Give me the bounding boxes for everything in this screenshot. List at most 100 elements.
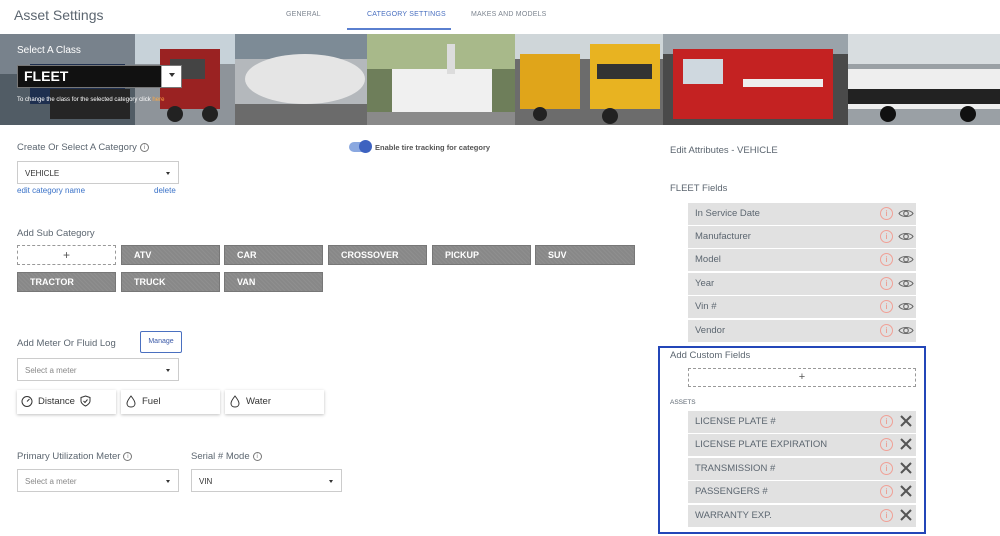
custom-field-label: WARRANTY EXP. — [695, 510, 772, 521]
category-label-text: Create Or Select A Category — [17, 142, 137, 153]
banner-image-tanker — [235, 34, 367, 125]
eye-icon[interactable] — [898, 300, 914, 313]
sub-category-chip[interactable]: TRACTOR — [17, 272, 116, 292]
sub-category-chip[interactable]: CAR — [224, 245, 323, 265]
eye-icon[interactable] — [898, 253, 914, 266]
chevron-down-icon — [329, 480, 333, 483]
sub-category-chip[interactable]: ATV — [121, 245, 220, 265]
sub-category-chip[interactable]: PICKUP — [432, 245, 531, 265]
tire-tracking-toggle[interactable] — [349, 140, 372, 153]
header-bar: Asset Settings GENERAL CATEGORY SETTINGS… — [0, 0, 1000, 32]
droplet-icon — [126, 395, 136, 408]
info-icon[interactable]: i — [252, 452, 262, 461]
custom-field-label: LICENSE PLATE EXPIRATION — [695, 439, 828, 450]
sub-category-chip[interactable]: CROSSOVER — [328, 245, 427, 265]
speedometer-icon — [21, 396, 33, 407]
select-class-label: Select A Class — [17, 45, 81, 56]
fleet-field-row: Year i — [688, 273, 916, 295]
fleet-field-label: Vendor — [695, 325, 726, 336]
droplet-icon — [230, 395, 240, 408]
serial-mode-label-text: Serial # Mode — [191, 451, 250, 462]
fleet-field-row: Vendor i — [688, 320, 916, 342]
custom-field-row: WARRANTY EXP. i — [688, 505, 916, 527]
primary-utilization-select[interactable]: Select a meter — [17, 469, 179, 492]
custom-field-row: TRANSMISSION # i — [688, 458, 916, 480]
info-icon[interactable]: i — [880, 207, 893, 220]
meter-select[interactable]: Select a meter — [17, 358, 179, 381]
close-icon[interactable] — [899, 484, 913, 498]
info-icon[interactable]: i — [880, 300, 893, 313]
eye-icon[interactable] — [898, 207, 914, 220]
fleet-field-row: Vin # i — [688, 296, 916, 318]
custom-field-row: LICENSE PLATE # i — [688, 411, 916, 433]
info-icon[interactable]: i — [880, 324, 893, 337]
category-dropdown[interactable]: VEHICLE — [17, 161, 179, 184]
primary-utilization-label: Primary Utilization Meter i — [17, 451, 133, 462]
custom-field-row: LICENSE PLATE EXPIRATION i — [688, 434, 916, 456]
info-icon[interactable]: i — [880, 462, 893, 475]
fleet-field-label: Year — [695, 278, 715, 289]
meter-card-fuel[interactable]: Fuel — [121, 390, 220, 414]
class-help-prefix: To change the class for the selected cat… — [17, 97, 153, 103]
class-value: FLEET — [24, 68, 69, 84]
banner-image-fire-truck — [663, 34, 848, 125]
close-icon[interactable] — [899, 437, 913, 451]
fleet-field-label: Manufacturer — [695, 231, 751, 242]
info-icon[interactable]: i — [880, 253, 893, 266]
close-icon[interactable] — [899, 508, 913, 522]
info-icon[interactable]: i — [880, 230, 893, 243]
shield-icon — [80, 395, 91, 407]
eye-icon[interactable] — [898, 277, 914, 290]
meter-card-label: Fuel — [142, 396, 161, 407]
tire-tracking-label: Enable tire tracking for category — [375, 143, 491, 152]
chevron-down-icon[interactable] — [161, 66, 181, 87]
info-icon[interactable]: i — [139, 143, 149, 152]
info-icon[interactable]: i — [880, 509, 893, 522]
custom-field-label: TRANSMISSION # — [695, 463, 776, 474]
meter-card-label: Water — [246, 396, 271, 407]
edit-attributes-title: Edit Attributes - VEHICLE — [670, 145, 778, 156]
tab-makes-and-models[interactable]: MAKES AND MODELS — [471, 11, 547, 18]
active-tab-indicator — [347, 28, 451, 30]
banner-image-utility-truck — [367, 34, 515, 125]
meter-label: Add Meter Or Fluid Log — [17, 338, 116, 349]
custom-field-label: LICENSE PLATE # — [695, 416, 776, 427]
manage-button[interactable]: Manage — [140, 331, 182, 353]
class-dropdown[interactable]: FLEET — [17, 65, 182, 88]
sub-category-chip[interactable]: VAN — [224, 272, 323, 292]
info-icon[interactable]: i — [880, 485, 893, 498]
info-icon[interactable]: i — [123, 452, 133, 461]
add-custom-field-button[interactable]: + — [688, 368, 916, 387]
fleet-field-label: In Service Date — [695, 208, 760, 219]
eye-icon[interactable] — [898, 230, 914, 243]
custom-field-label: PASSENGERS # — [695, 486, 768, 497]
meter-card-distance[interactable]: Distance — [17, 390, 116, 414]
info-icon[interactable]: i — [880, 415, 893, 428]
tab-general[interactable]: GENERAL — [286, 11, 321, 18]
serial-mode-value: VIN — [199, 477, 213, 486]
delete-category-link[interactable]: delete — [154, 186, 176, 195]
sub-category-chip[interactable]: TRUCK — [121, 272, 220, 292]
sub-category-chip[interactable]: SUV — [535, 245, 635, 265]
chevron-down-icon — [166, 480, 170, 483]
add-sub-category-button[interactable]: + — [17, 245, 116, 265]
fleet-field-label: Model — [695, 254, 721, 265]
banner-image-police-cars — [848, 34, 1000, 125]
fleet-field-row: Model i — [688, 249, 916, 271]
class-help-link[interactable]: here — [152, 97, 164, 103]
info-icon[interactable]: i — [880, 438, 893, 451]
edit-category-name-link[interactable]: edit category name — [17, 186, 85, 195]
close-icon[interactable] — [899, 414, 913, 428]
serial-mode-select[interactable]: VIN — [191, 469, 342, 492]
custom-field-row: PASSENGERS # i — [688, 481, 916, 503]
eye-icon[interactable] — [898, 324, 914, 337]
fleet-field-row: In Service Date i — [688, 203, 916, 225]
tab-category-settings[interactable]: CATEGORY SETTINGS — [367, 11, 446, 18]
close-icon[interactable] — [899, 461, 913, 475]
meter-card-label: Distance — [38, 396, 75, 407]
meter-card-water[interactable]: Water — [225, 390, 324, 414]
chevron-down-icon — [166, 369, 170, 372]
assets-label: ASSETS — [670, 399, 696, 406]
info-icon[interactable]: i — [880, 277, 893, 290]
fleet-field-row: Manufacturer i — [688, 226, 916, 248]
